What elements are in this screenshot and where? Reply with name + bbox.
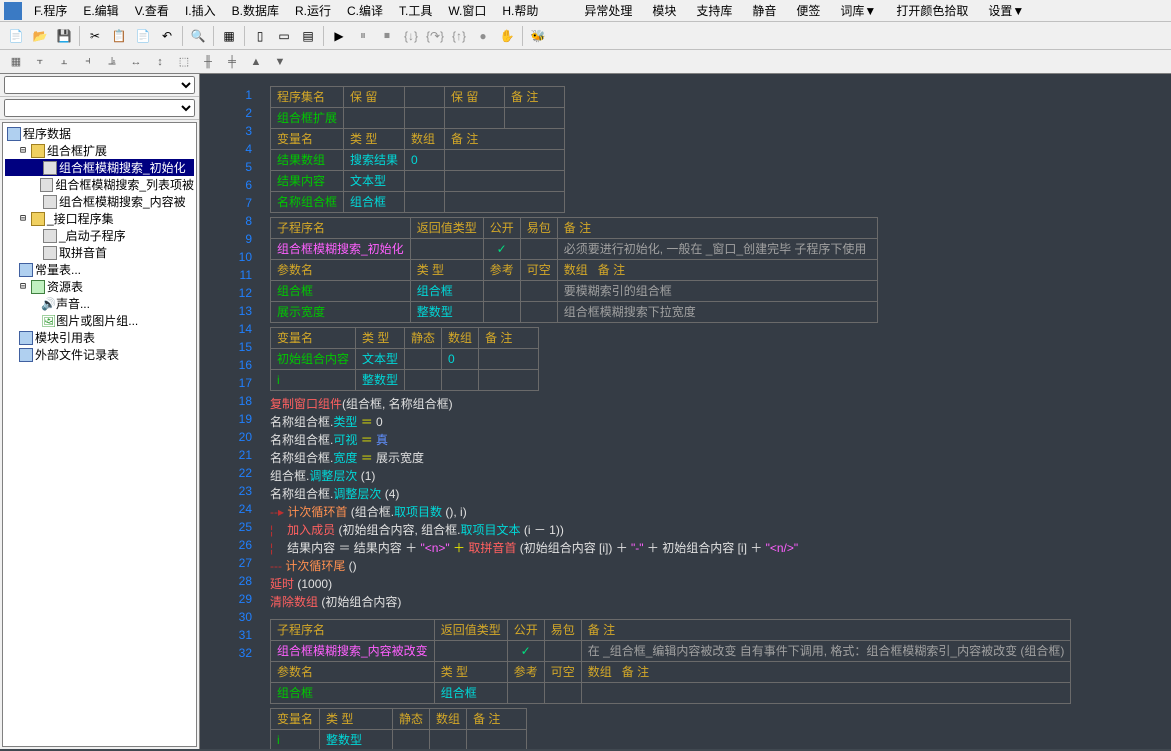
menu-mute[interactable]: 静音 xyxy=(744,0,784,21)
menu-help[interactable]: H.帮助 xyxy=(494,0,546,21)
menu-support[interactable]: 支持库 xyxy=(688,0,740,21)
menu-dict[interactable]: 词库▼ xyxy=(832,0,884,21)
window-icon[interactable]: ▦ xyxy=(219,26,239,46)
align-top-icon[interactable]: ⫞ xyxy=(78,52,98,72)
align-left-icon[interactable]: ⫟ xyxy=(30,52,50,72)
menu-run[interactable]: R.运行 xyxy=(287,0,339,21)
tree-node[interactable]: _启动子程序 xyxy=(5,227,194,244)
breakpoint-icon[interactable]: ● xyxy=(473,26,493,46)
tree-node[interactable]: ⊟_接口程序集 xyxy=(5,210,194,227)
open-icon[interactable]: 📂 xyxy=(30,26,50,46)
var-table-2[interactable]: 变量名类 型静态数组备 注 i整数型 正则正则表达式 xyxy=(270,708,527,749)
align-bottom-icon[interactable]: ⫡ xyxy=(102,52,122,72)
menu-program[interactable]: F.程序 xyxy=(26,0,75,21)
dist-h-icon[interactable]: ↔ xyxy=(126,52,146,72)
tree-root[interactable]: 程序数据 xyxy=(5,125,194,142)
var-table-1[interactable]: 变量名类 型静态数组备 注 初始组合内容文本型0 i整数型 xyxy=(270,327,539,391)
run-icon[interactable]: ▶ xyxy=(329,26,349,46)
step3-icon[interactable]: {↑} xyxy=(449,26,469,46)
stop-icon[interactable]: ⏹ xyxy=(377,26,397,46)
layout3-icon[interactable]: ▤ xyxy=(298,26,318,46)
paste-icon[interactable]: 📄 xyxy=(133,26,153,46)
tree-node[interactable]: 🖼图片或图片组... xyxy=(5,312,194,329)
tree-node[interactable]: 组合框模糊搜索_内容被 xyxy=(5,193,194,210)
menu-exception[interactable]: 异常处理 xyxy=(576,0,640,21)
menu-insert[interactable]: I.插入 xyxy=(177,0,224,21)
pause-icon[interactable]: ⏸ xyxy=(353,26,373,46)
toolbar-layout: ▦ ⫟ ⫠ ⫞ ⫡ ↔ ↕ ⬚ ╫ ╪ ▲ ▼ xyxy=(0,50,1171,74)
dist-v-icon[interactable]: ↕ xyxy=(150,52,170,72)
menu-view[interactable]: V.查看 xyxy=(127,0,177,21)
align-right-icon[interactable]: ⫠ xyxy=(54,52,74,72)
line-gutter: 1234567891011121314151617181920212223242… xyxy=(200,74,260,749)
hand-icon[interactable]: ✋ xyxy=(497,26,517,46)
tree-node[interactable]: 模块引用表 xyxy=(5,329,194,346)
combo-2[interactable] xyxy=(4,99,195,117)
project-panel: 程序数据 ⊟组合框扩展 组合框模糊搜索_初始化 组合框模糊搜索_列表项被 组合框… xyxy=(0,74,200,749)
find-icon[interactable]: 🔍 xyxy=(188,26,208,46)
menu-notes[interactable]: 便签 xyxy=(788,0,828,21)
menu-tools[interactable]: T.工具 xyxy=(391,0,440,21)
code-editor[interactable]: 1234567891011121314151617181920212223242… xyxy=(200,74,1171,749)
layout1-icon[interactable]: ▯ xyxy=(250,26,270,46)
tree-node[interactable]: 常量表... xyxy=(5,261,194,278)
assembly-table[interactable]: 程序集名保 留保 留备 注 组合框扩展 变量名类 型数组备 注 结果数组搜索结果… xyxy=(270,86,565,213)
grid-icon[interactable]: ▦ xyxy=(6,52,26,72)
center-h-icon[interactable]: ╫ xyxy=(198,52,218,72)
menu-window[interactable]: W.窗口 xyxy=(440,0,494,21)
menu-edit[interactable]: E.编辑 xyxy=(75,0,126,21)
tree-node[interactable]: 🔊声音... xyxy=(5,295,194,312)
combo-1[interactable] xyxy=(4,76,195,94)
cut-icon[interactable]: ✂ xyxy=(85,26,105,46)
tree-node[interactable]: ⊟组合框扩展 xyxy=(5,142,194,159)
menu-module[interactable]: 模块 xyxy=(644,0,684,21)
menu-compile[interactable]: C.编译 xyxy=(339,0,391,21)
send-back-icon[interactable]: ▼ xyxy=(270,52,290,72)
tree-node[interactable]: 取拼音首 xyxy=(5,244,194,261)
copy-icon[interactable]: 📋 xyxy=(109,26,129,46)
menu-database[interactable]: B.数据库 xyxy=(224,0,287,21)
project-tree[interactable]: 程序数据 ⊟组合框扩展 组合框模糊搜索_初始化 组合框模糊搜索_列表项被 组合框… xyxy=(2,122,197,747)
subroutine-table-2[interactable]: 子程序名返回值类型公开易包备 注 组合框模糊搜索_内容被改变✓在 _组合框_编辑… xyxy=(270,619,1071,704)
tree-node[interactable]: 外部文件记录表 xyxy=(5,346,194,363)
tree-node[interactable]: 组合框模糊搜索_列表项被 xyxy=(5,176,194,193)
menubar: F.程序 E.编辑 V.查看 I.插入 B.数据库 R.运行 C.编译 T.工具… xyxy=(0,0,1171,22)
tree-node-selected[interactable]: 组合框模糊搜索_初始化 xyxy=(5,159,194,176)
app-logo-icon xyxy=(4,2,22,20)
menu-settings[interactable]: 设置▼ xyxy=(980,0,1032,21)
subroutine-table-1[interactable]: 子程序名返回值类型公开易包备 注 组合框模糊搜索_初始化✓必须要进行初始化, 一… xyxy=(270,217,878,323)
tree-node[interactable]: ⊟资源表 xyxy=(5,278,194,295)
bring-front-icon[interactable]: ▲ xyxy=(246,52,266,72)
code-content[interactable]: 程序集名保 留保 留备 注 组合框扩展 变量名类 型数组备 注 结果数组搜索结果… xyxy=(260,74,1171,749)
step1-icon[interactable]: {↓} xyxy=(401,26,421,46)
center-v-icon[interactable]: ╪ xyxy=(222,52,242,72)
step2-icon[interactable]: {↷} xyxy=(425,26,445,46)
layout2-icon[interactable]: ▭ xyxy=(274,26,294,46)
undo-icon[interactable]: ↶ xyxy=(157,26,177,46)
same-size-icon[interactable]: ⬚ xyxy=(174,52,194,72)
save-icon[interactable]: 💾 xyxy=(54,26,74,46)
bee-icon[interactable]: 🐝 xyxy=(528,26,548,46)
toolbar-main: 📄 📂 💾 ✂ 📋 📄 ↶ 🔍 ▦ ▯ ▭ ▤ ▶ ⏸ ⏹ {↓} {↷} {↑… xyxy=(0,22,1171,50)
menu-colorpick[interactable]: 打开颜色拾取 xyxy=(888,0,976,21)
new-icon[interactable]: 📄 xyxy=(6,26,26,46)
